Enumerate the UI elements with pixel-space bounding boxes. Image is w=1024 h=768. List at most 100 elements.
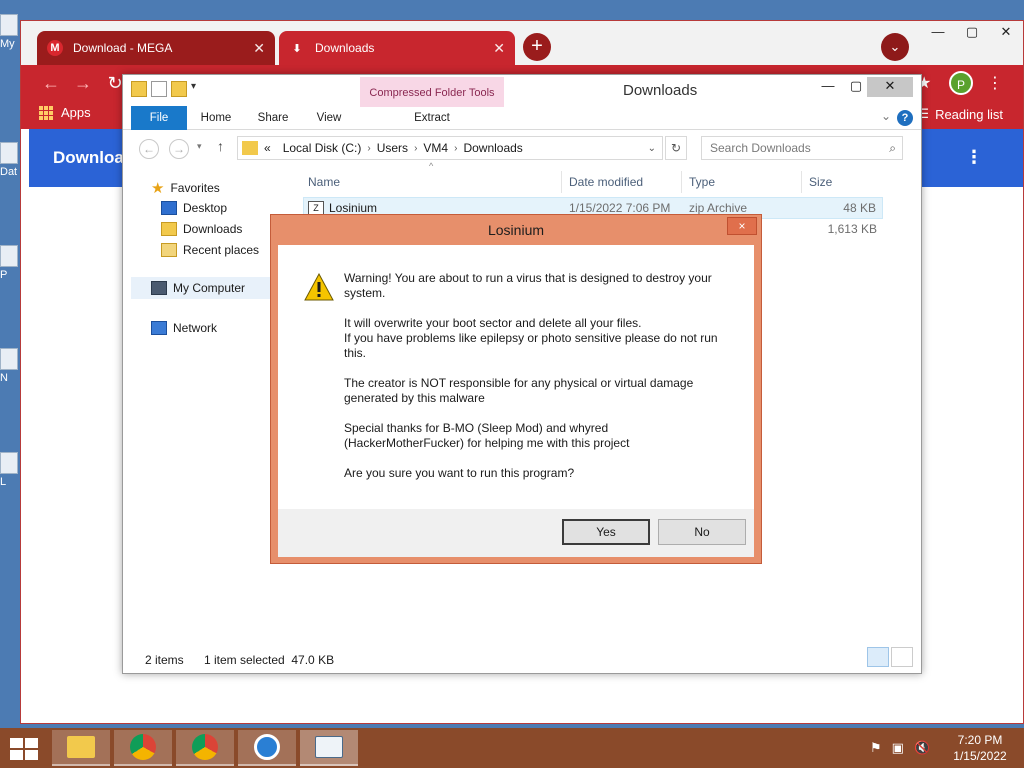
refresh-icon[interactable]: ↻ (665, 136, 687, 160)
taskbar-app-sun[interactable] (238, 730, 296, 766)
bookmark-apps[interactable]: Apps (39, 105, 91, 120)
new-tab-button[interactable]: + (523, 33, 551, 61)
action-center-flag-icon[interactable]: ⚑ (870, 740, 882, 756)
nav-label: Network (173, 321, 218, 335)
desktop-icon-data[interactable]: Dat (0, 142, 22, 178)
star-icon: ★ (151, 180, 165, 197)
recent-locations-chevron-icon[interactable]: ▾ (197, 141, 202, 152)
column-header-date[interactable]: Date modified (569, 175, 643, 189)
forward-arrow-icon[interactable]: → (169, 139, 189, 159)
nav-downloads[interactable]: Downloads (161, 222, 242, 236)
tab-downloads[interactable]: ⬇ Downloads ✕ (279, 31, 515, 65)
reading-list-button[interactable]: ☰ Reading list (917, 106, 1003, 122)
apps-grid-icon (39, 105, 53, 120)
customize-toolbar-chevron-icon[interactable]: ▾ (191, 81, 196, 97)
taskbar-chrome[interactable] (114, 730, 172, 766)
no-button[interactable]: No (658, 519, 746, 545)
tab-search-chevron-icon[interactable]: ⌄ (881, 33, 909, 61)
volume-muted-icon[interactable]: 🔇 (914, 740, 930, 756)
search-input[interactable]: Search Downloads ⌕ (701, 136, 903, 160)
close-button[interactable]: ✕ (867, 77, 913, 97)
chrome-menu-icon[interactable]: ⋮ (987, 73, 1003, 93)
message-paragraph: Are you sure you want to run this progra… (344, 466, 575, 480)
tab-extract[interactable]: Extract (360, 106, 504, 130)
nav-desktop[interactable]: Desktop (161, 201, 227, 215)
ribbon-expand-chevron-icon[interactable]: ⌄ (881, 109, 891, 123)
column-header-name[interactable]: Name (308, 175, 340, 189)
column-divider[interactable] (561, 171, 562, 193)
taskbar-chrome-profile[interactable] (176, 730, 234, 766)
column-divider[interactable] (801, 171, 802, 193)
yes-button[interactable]: Yes (562, 519, 650, 545)
tab-home[interactable]: Home (187, 106, 245, 130)
network-icon[interactable]: ▣ (892, 740, 904, 756)
column-divider[interactable] (681, 171, 682, 193)
breadcrumb-separator-icon[interactable]: › (367, 143, 370, 154)
more-options-icon[interactable]: ⋮ (965, 147, 983, 168)
nav-label: My Computer (173, 281, 246, 295)
nav-recent-places[interactable]: Recent places (161, 243, 259, 257)
breadcrumb-separator-icon[interactable]: › (414, 143, 417, 154)
clock-date: 1/15/2022 (953, 749, 1007, 763)
desktop-icon-p[interactable]: P (0, 245, 22, 281)
tab-file[interactable]: File (131, 106, 187, 130)
tab-close-icon[interactable]: ✕ (493, 40, 505, 57)
help-icon[interactable]: ? (897, 110, 913, 126)
close-button[interactable]: ✕ (989, 21, 1023, 45)
breadcrumb-local-disk[interactable]: Local Disk (C:) (283, 141, 362, 155)
forward-arrow-icon[interactable]: → (71, 71, 95, 95)
desktop-icon-n[interactable]: N (0, 348, 22, 384)
taskbar: ⚑ ▣ 🔇 7:20 PM 1/15/2022 (0, 728, 1024, 768)
explorer-titlebar: ▾ Compressed Folder Tools Downloads — ▢ … (123, 75, 921, 107)
message-paragraph: The creator is NOT responsible for any p… (344, 376, 694, 405)
app-icon (0, 348, 18, 370)
breadcrumb-users[interactable]: Users (377, 141, 408, 155)
tab-view[interactable]: View (301, 106, 357, 130)
desktop-icon-label: Dat (0, 166, 18, 178)
tab-share[interactable]: Share (245, 106, 301, 130)
properties-icon[interactable] (151, 81, 167, 97)
warning-icon (304, 273, 334, 301)
address-dropdown-chevron-icon[interactable]: ⌄ (648, 143, 656, 154)
dialog-close-button[interactable]: × (727, 217, 757, 235)
desktop-icon-l[interactable]: L (0, 452, 22, 488)
folder-icon[interactable] (131, 81, 147, 97)
new-folder-icon[interactable] (171, 81, 187, 97)
nav-favorites[interactable]: ★ Favorites (151, 179, 220, 197)
dialog-footer: Yes No (278, 509, 754, 557)
computer-icon (0, 14, 18, 36)
minimize-button[interactable]: — (921, 21, 955, 45)
breadcrumb-overflow[interactable]: « (264, 141, 271, 155)
nav-network[interactable]: Network (151, 321, 217, 335)
address-bar[interactable]: « Local Disk (C:) › Users › VM4 › Downlo… (237, 136, 663, 160)
column-header-type[interactable]: Type (689, 175, 715, 189)
nav-my-computer[interactable]: My Computer (131, 277, 271, 299)
folder-icon (242, 141, 258, 155)
file-explorer-icon (67, 736, 95, 758)
back-arrow-icon[interactable]: ← (139, 139, 159, 159)
tab-mega[interactable]: M Download - MEGA ✕ (37, 31, 275, 65)
quick-access-toolbar: ▾ (131, 81, 196, 97)
breadcrumb-separator-icon[interactable]: › (454, 143, 457, 154)
sort-indicator-icon: ^ (429, 161, 434, 171)
tab-close-icon[interactable]: ✕ (253, 40, 265, 57)
search-icon[interactable]: ⌕ (889, 137, 896, 159)
column-header-size[interactable]: Size (809, 175, 832, 189)
breadcrumb-downloads[interactable]: Downloads (463, 141, 522, 155)
windows-start-icon[interactable] (10, 738, 38, 760)
chrome-tab-strip: M Download - MEGA ✕ ⬇ Downloads ✕ + ⌄ — … (21, 21, 1023, 65)
breadcrumb-vm4[interactable]: VM4 (423, 141, 448, 155)
app-icon (0, 452, 18, 474)
taskbar-app-window[interactable] (300, 730, 358, 766)
avatar[interactable]: P (949, 71, 973, 95)
large-icons-view-icon[interactable] (891, 647, 913, 667)
desktop-icon-label: P (0, 269, 8, 281)
details-view-icon[interactable] (867, 647, 889, 667)
clock[interactable]: 7:20 PM 1/15/2022 (944, 732, 1016, 764)
taskbar-file-explorer[interactable] (52, 730, 110, 766)
up-arrow-icon[interactable]: ↑ (217, 138, 224, 154)
minimize-button[interactable]: — (813, 77, 843, 97)
maximize-button[interactable]: ▢ (955, 21, 989, 45)
desktop-icon-computer[interactable]: My (0, 14, 22, 50)
back-arrow-icon[interactable]: ← (39, 71, 63, 95)
